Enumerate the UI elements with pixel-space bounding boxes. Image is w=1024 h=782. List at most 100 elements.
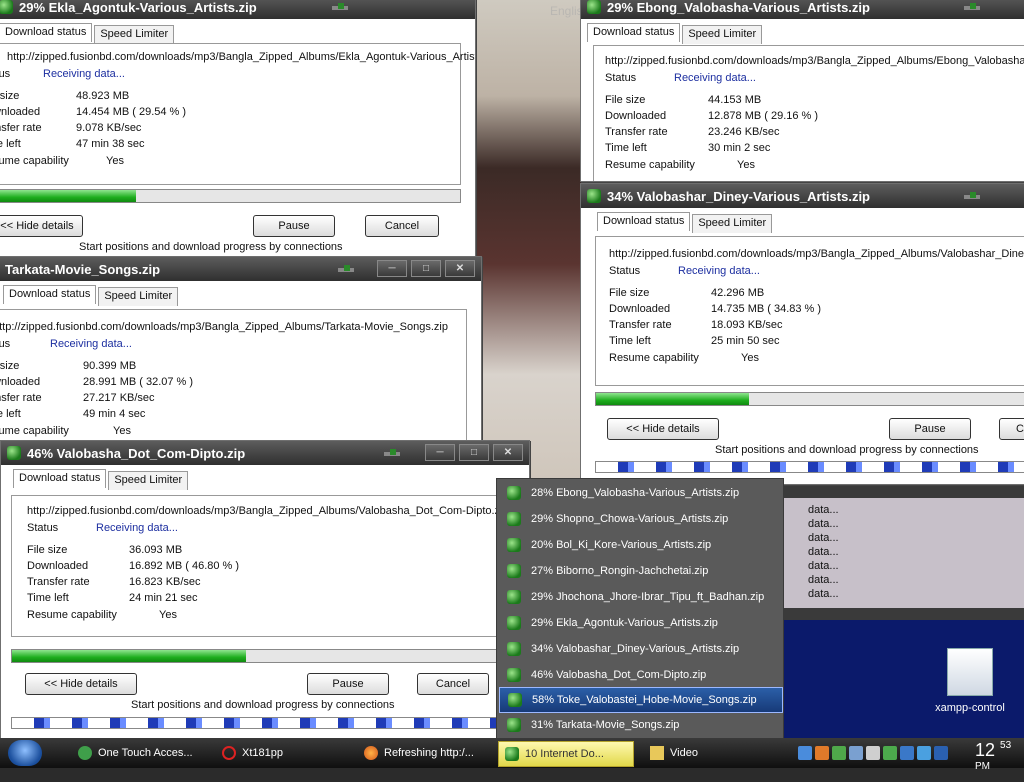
cancel-button[interactable]: Cancel [417,673,489,695]
app-icon [78,746,92,760]
pause-button[interactable]: Pause [253,215,335,237]
tray-icon[interactable] [883,746,897,760]
tray-icon[interactable] [815,746,829,760]
blocked-icon [222,746,236,760]
popup-item[interactable]: 31% Tarkata-Movie_Songs.zip [499,713,781,737]
tab-download-status[interactable]: Download status [3,285,97,304]
download-icon [507,590,521,604]
time-left-value: 25 min 50 sec [711,335,780,347]
title-bar[interactable]: 29% Ebong_Valobasha-Various_Artists.zip [581,0,1024,19]
popup-item[interactable]: 29% Shopno_Chowa-Various_Artists.zip [499,507,781,531]
tray-icon[interactable] [798,746,812,760]
popup-item-selected[interactable]: 58% Toke_Valobastei_Hobe-Movie_Songs.zip [499,687,783,713]
tab-speed-limiter[interactable]: Speed Limiter [682,25,763,44]
transfer-rate-value: 27.217 KB/sec [83,392,155,404]
resume-label: Resume capability [0,425,69,437]
tab-download-status[interactable]: Download status [13,469,107,488]
firefox-icon [364,746,378,760]
downloaded-value: 14.735 MB ( 34.83 % ) [711,303,822,315]
resume-label: Resume capability [609,352,699,364]
minimize-to-tray-icon[interactable] [381,447,403,460]
window-title: 34% Valobashar_Diney-Various_Artists.zip [607,188,870,204]
taskbar-item[interactable]: Refreshing http:/... [364,741,494,765]
desktop-icon-xampp[interactable]: xampp-control [932,648,1008,714]
time-left-value: 49 min 4 sec [83,408,146,420]
tab-speed-limiter[interactable]: Speed Limiter [98,287,179,306]
start-button[interactable] [8,740,42,766]
xampp-icon [947,648,993,696]
tray-icon[interactable] [934,746,948,760]
file-size-value: 42.296 MB [711,287,765,299]
popup-item[interactable]: 29% Ekla_Agontuk-Various_Artists.zip [499,611,781,635]
connections-caption: Start positions and download progress by… [79,241,343,253]
title-bar[interactable]: 29% Ekla_Agontuk-Various_Artists.zip [0,0,475,19]
popup-item[interactable]: 27% Biborno_Rongin-Jachchetai.zip [499,559,781,583]
popup-item[interactable]: 34% Valobashar_Diney-Various_Artists.zip [499,637,781,661]
minimize-to-tray-icon[interactable] [961,190,983,203]
hide-details-button[interactable]: << Hide details [25,673,137,695]
downloaded-value: 12.878 MB ( 29.16 % ) [708,110,819,122]
time-left-label: Time left [27,592,69,604]
tray-icon[interactable] [832,746,846,760]
hide-details-button[interactable]: << Hide details [0,215,83,237]
minimize-to-tray-icon[interactable] [335,263,357,276]
download-window-diney: 34% Valobashar_Diney-Various_Artists.zip… [580,183,1024,485]
close-button[interactable]: ✕ [493,444,523,461]
hide-details-button[interactable]: << Hide details [607,418,719,440]
popup-item[interactable]: 28% Ebong_Valobasha-Various_Artists.zip [499,481,781,505]
tab-download-status[interactable]: Download status [597,212,691,231]
minimize-button[interactable]: ─ [425,444,455,461]
pause-button[interactable]: Pause [889,418,971,440]
download-icon [0,0,13,14]
downloaded-label: Downloaded [0,106,41,118]
minimize-to-tray-icon[interactable] [329,1,351,14]
transfer-rate-value: 23.246 KB/sec [708,126,780,138]
resume-value: Yes [737,159,755,171]
popup-item[interactable]: 29% Jhochona_Jhore-Ibrar_Tipu_ft_Badhan.… [499,585,781,609]
status-label: Status [0,338,11,350]
file-size-label: File size [609,287,650,299]
taskbar-item[interactable]: Video [650,741,780,765]
minimize-button[interactable]: ─ [377,260,407,277]
tray-icon[interactable] [900,746,914,760]
desktop-icon-label: xampp-control [935,702,1005,714]
taskbar-item-active[interactable]: 10 Internet Do... [498,741,634,767]
system-tray [798,742,968,764]
title-bar[interactable]: Tarkata-Movie_Songs.zip ─ □ ✕ [0,257,481,281]
time-left-label: Time left [0,408,21,420]
time-left-label: Time left [605,142,647,154]
taskbar-item[interactable]: One Touch Acces... [78,741,218,765]
file-size-label: File size [0,360,20,372]
cancel-button[interactable]: Cancel [365,215,439,237]
title-bar[interactable]: 46% Valobasha_Dot_Com-Dipto.zip ─ □ ✕ [1,441,529,465]
tab-speed-limiter[interactable]: Speed Limiter [108,471,189,490]
pause-button[interactable]: Pause [307,673,389,695]
tray-icon[interactable] [917,746,931,760]
tab-speed-limiter[interactable]: Speed Limiter [94,25,175,44]
download-window-tarkata: Tarkata-Movie_Songs.zip ─ □ ✕ Download s… [0,256,482,448]
status-value: Receiving data... [674,72,756,84]
cancel-button[interactable]: C [999,418,1024,440]
window-title: Tarkata-Movie_Songs.zip [5,261,161,277]
tray-icon[interactable] [866,746,880,760]
taskbar: One Touch Acces... Xt181pp Refreshing ht… [0,738,1024,772]
minimize-to-tray-icon[interactable] [961,1,983,14]
popup-item[interactable]: 20% Bol_Ki_Kore-Various_Artists.zip [499,533,781,557]
tab-download-status[interactable]: Download status [0,23,93,42]
popup-item[interactable]: 46% Valobasha_Dot_Com-Dipto.zip [499,663,781,687]
title-bar[interactable]: 34% Valobashar_Diney-Various_Artists.zip [581,184,1024,208]
download-window-dipto: 46% Valobasha_Dot_Com-Dipto.zip ─ □ ✕ Do… [0,440,530,740]
tab-download-status[interactable]: Download status [587,23,681,42]
status-value: Receiving data... [96,522,178,534]
download-icon [7,446,21,460]
close-button[interactable]: ✕ [445,260,475,277]
tab-speed-limiter[interactable]: Speed Limiter [692,214,773,233]
taskbar-item[interactable]: Xt181pp [222,741,352,765]
clock[interactable]: 12 53 PM [975,740,1011,782]
maximize-button[interactable]: □ [411,260,441,277]
status-label: Status [609,265,641,277]
maximize-button[interactable]: □ [459,444,489,461]
download-icon [507,668,521,682]
file-size-label: File size [605,94,646,106]
tray-icon[interactable] [849,746,863,760]
